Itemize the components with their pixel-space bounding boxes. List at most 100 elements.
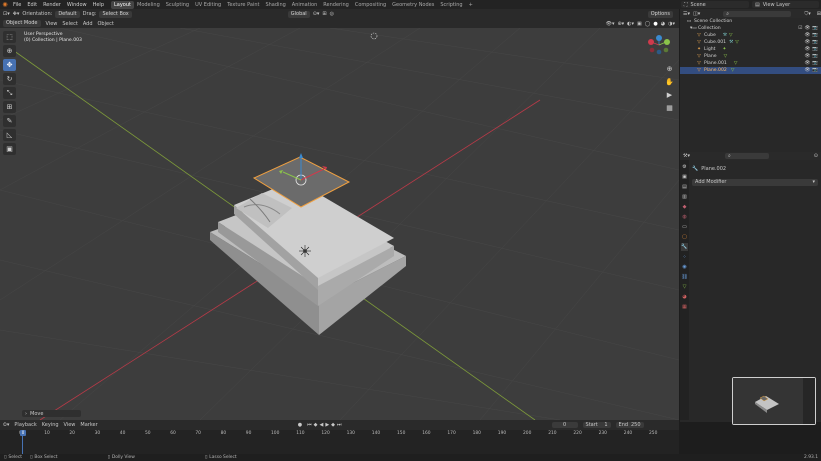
navigation-gizmo[interactable] bbox=[648, 35, 670, 55]
eye-icon[interactable]: 👁 bbox=[804, 26, 810, 31]
scale-tool-icon[interactable]: ⤡ bbox=[3, 87, 16, 99]
jump-start-icon[interactable]: ⏮ bbox=[307, 422, 312, 428]
camera-icon[interactable]: 📷 bbox=[812, 33, 818, 38]
rotate-tool-icon[interactable]: ↻ bbox=[3, 73, 16, 85]
camera-icon[interactable]: 📷 bbox=[812, 40, 818, 45]
last-operator-panel[interactable]: › Move bbox=[22, 410, 81, 417]
play-reverse-icon[interactable]: ◀ bbox=[319, 422, 323, 428]
rendered-shading-icon[interactable]: ◑▾ bbox=[668, 21, 675, 27]
visibility-icon[interactable]: 👁▾ bbox=[606, 21, 615, 27]
viewport-menu-object[interactable]: Object bbox=[98, 21, 114, 27]
material-tab-icon[interactable]: ◕ bbox=[681, 293, 688, 301]
transform-tool-icon[interactable]: ⊞ bbox=[3, 101, 16, 113]
move-tool-button-icon[interactable]: ✥ bbox=[3, 59, 16, 71]
checkbox-icon[interactable]: ☑ bbox=[798, 26, 802, 31]
data-tab-icon[interactable]: ▽ bbox=[681, 283, 688, 291]
tab-modeling[interactable]: Modeling bbox=[134, 1, 163, 9]
material-shading-icon[interactable]: ◕ bbox=[661, 21, 665, 27]
timeline-editor-icon[interactable]: ⏲▾ bbox=[3, 422, 9, 428]
render-tab-icon[interactable]: ▣ bbox=[681, 173, 688, 181]
timeline-ruler[interactable]: 0 10 20 30 40 50 60 70 80 90 100 110 120 130 140 150 160… bbox=[0, 430, 679, 438]
timeline-menu-playback[interactable]: Playback bbox=[14, 422, 36, 428]
zoom-icon[interactable]: ⊕ bbox=[665, 64, 674, 73]
camera-icon[interactable]: 📷 bbox=[812, 68, 818, 73]
tab-compositing[interactable]: Compositing bbox=[352, 1, 389, 9]
drag-dropdown[interactable]: Select Box bbox=[99, 10, 132, 18]
blender-logo-icon[interactable]: ◉ bbox=[0, 0, 10, 9]
tab-shading[interactable]: Shading bbox=[262, 1, 288, 9]
overlay-toggle-icon[interactable]: ◐▾ bbox=[627, 21, 634, 27]
record-icon[interactable]: ● bbox=[298, 422, 302, 428]
pivot-icon[interactable]: ⊙▾ bbox=[313, 11, 320, 17]
viewport-menu-select[interactable]: Select bbox=[62, 21, 77, 27]
scene-tab-icon[interactable]: ◆ bbox=[681, 203, 688, 211]
prev-keyframe-icon[interactable]: ◆ bbox=[314, 422, 318, 428]
tab-layout[interactable]: Layout bbox=[111, 0, 134, 9]
menu-window[interactable]: Window bbox=[64, 2, 90, 8]
mode-dropdown[interactable]: Object Mode bbox=[3, 20, 41, 27]
camera-icon[interactable]: 📷 bbox=[812, 54, 818, 59]
camera-icon[interactable]: ▶ bbox=[665, 90, 674, 99]
wireframe-shading-icon[interactable]: ◯ bbox=[645, 21, 651, 27]
eye-icon[interactable]: 👁 bbox=[804, 68, 810, 73]
outliner-row-object[interactable]: ▽ Cube.001 ⚒ ▽ 👁 📷 bbox=[680, 39, 821, 46]
grid-toggle-icon[interactable]: ▦ bbox=[665, 103, 674, 112]
tab-geometry-nodes[interactable]: Geometry Nodes bbox=[389, 1, 437, 9]
viewport-scene[interactable] bbox=[0, 28, 679, 420]
camera-icon[interactable]: 📷 bbox=[812, 47, 818, 52]
tab-texture-paint[interactable]: Texture Paint bbox=[224, 1, 262, 9]
menu-file[interactable]: File bbox=[10, 2, 24, 8]
transform-orientation-dropdown[interactable]: Global bbox=[287, 10, 310, 18]
xray-icon[interactable]: ▣ bbox=[637, 21, 642, 27]
next-keyframe-icon[interactable]: ◆ bbox=[331, 422, 335, 428]
3d-viewport[interactable]: User Perspective (0) Collection | Plane.… bbox=[0, 28, 679, 420]
output-tab-icon[interactable]: ▤ bbox=[681, 183, 688, 191]
tab-scripting[interactable]: Scripting bbox=[437, 1, 465, 9]
outliner-row-scene-collection[interactable]: ▭ Scene Collection bbox=[680, 18, 821, 25]
new-collection-icon[interactable]: ⊞ bbox=[817, 11, 821, 17]
eye-icon[interactable]: 👁 bbox=[804, 40, 810, 45]
object-tab-icon[interactable]: ▢ bbox=[681, 233, 688, 241]
modifier-tab-icon[interactable]: 🔧 bbox=[681, 243, 688, 251]
eye-icon[interactable]: 👁 bbox=[804, 61, 810, 66]
proportional-edit-icon[interactable]: ◎ bbox=[330, 11, 334, 17]
timeline-menu-view[interactable]: View bbox=[64, 422, 76, 428]
menu-edit[interactable]: Edit bbox=[24, 2, 40, 8]
constraints-tab-icon[interactable]: ⛓ bbox=[681, 273, 688, 281]
timeline-menu-marker[interactable]: Marker bbox=[80, 422, 97, 428]
properties-editor-icon[interactable]: ⚒▾ bbox=[683, 153, 690, 159]
world-tab-icon[interactable]: ◍ bbox=[681, 213, 688, 221]
current-frame-field[interactable]: 0 bbox=[551, 422, 578, 428]
view-layer-selector[interactable]: ▤ View Layer bbox=[752, 1, 819, 8]
eye-icon[interactable]: 👁 bbox=[804, 33, 810, 38]
view-layer-tab-icon[interactable]: ▥ bbox=[681, 193, 688, 201]
filter-icon[interactable]: ⛉▾ bbox=[805, 11, 811, 17]
eye-icon[interactable]: 👁 bbox=[804, 54, 810, 59]
play-icon[interactable]: ▶ bbox=[325, 422, 329, 428]
outliner-row-object[interactable]: ▽ Plane ▽ 👁 📷 bbox=[680, 53, 821, 60]
outliner-row-collection[interactable]: ▾▭ Collection ☑ 👁 📷 bbox=[680, 25, 821, 32]
snap-icon[interactable]: ⊞ bbox=[322, 11, 326, 17]
outliner-search-input[interactable]: ⌕ bbox=[723, 10, 792, 17]
playhead[interactable]: 0 bbox=[20, 430, 26, 436]
menu-help[interactable]: Help bbox=[90, 2, 107, 8]
particles-tab-icon[interactable]: ⁘ bbox=[681, 253, 688, 261]
outliner-row-object-selected[interactable]: ▽ Plane.002 ▽ 👁 📷 bbox=[680, 67, 821, 74]
start-frame-field[interactable]: Start 1 bbox=[582, 422, 611, 428]
jump-end-icon[interactable]: ⏭ bbox=[337, 422, 342, 428]
outliner-display-mode-icon[interactable]: ◫▾ bbox=[693, 11, 700, 17]
end-frame-field[interactable]: End 250 bbox=[615, 422, 644, 428]
editor-type-icon[interactable]: ⊡▾ bbox=[3, 11, 10, 17]
add-workspace-button[interactable]: + bbox=[466, 1, 476, 9]
add-cube-tool-icon[interactable]: ▣ bbox=[3, 143, 16, 155]
outliner-editor-icon[interactable]: ☰▾ bbox=[683, 11, 690, 17]
timeline-menu-keying[interactable]: Keying bbox=[42, 422, 59, 428]
add-modifier-dropdown[interactable]: Add Modifier ▾ bbox=[692, 179, 818, 186]
texture-tab-icon[interactable]: ▦ bbox=[681, 303, 688, 311]
tab-rendering[interactable]: Rendering bbox=[320, 1, 352, 9]
tab-animation[interactable]: Animation bbox=[289, 1, 321, 9]
move-tool-icon[interactable]: ✥▾ bbox=[13, 11, 20, 17]
scene-selector[interactable]: ⛶ Scene bbox=[681, 1, 749, 8]
tab-sculpting[interactable]: Sculpting bbox=[163, 1, 192, 9]
menu-render[interactable]: Render bbox=[40, 2, 64, 8]
